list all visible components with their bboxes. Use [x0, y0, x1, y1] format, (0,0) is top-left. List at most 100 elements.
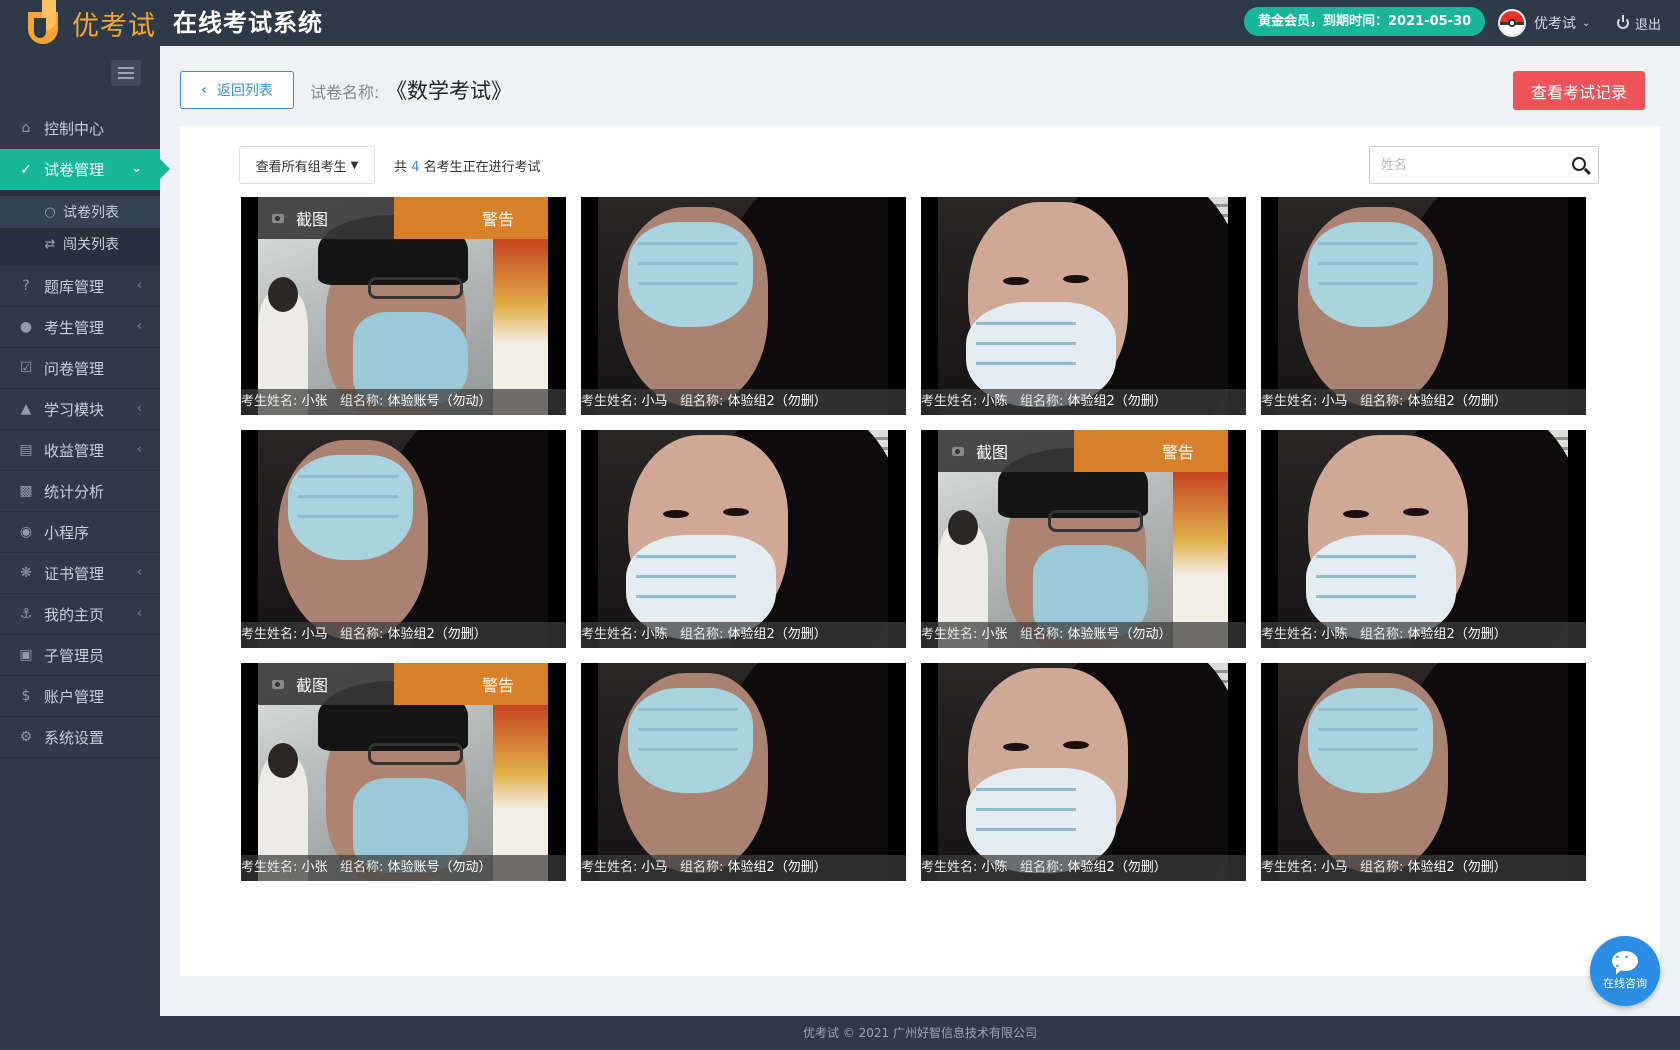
chevron-left-icon: ‹	[136, 442, 142, 457]
chevron-left-icon: ‹	[136, 401, 142, 416]
camera-icon	[952, 446, 964, 456]
sidebar-item-question-bank[interactable]: ? 题库管理 ‹	[0, 266, 160, 307]
sidebar-item-learning[interactable]: ▲ 学习模块 ‹	[0, 389, 160, 430]
camera-tile[interactable]: 考生姓名: 小陈 组名称: 体验组2（勿删）	[921, 663, 1246, 881]
count-value: 4	[411, 160, 420, 175]
gear-icon: ❋	[20, 565, 32, 581]
sidebar-subitem-challenge-list[interactable]: ⇄ 闯关列表	[0, 228, 160, 260]
bar-chart-icon: ▩	[19, 483, 33, 499]
sidebar-item-label: 账户管理	[44, 687, 105, 706]
warning-button[interactable]: 警告	[393, 663, 548, 705]
sidebar-subitem-label: 闯关列表	[63, 237, 119, 253]
page-header: ‹ 返回列表 试卷名称: 《数学考试》 查看考试记录	[180, 71, 1645, 111]
group-label: 组名称:	[339, 394, 384, 409]
camera-tile[interactable]: 截图 警告 考生姓名: 小张 组名称: 体验账号（勿动）	[241, 663, 566, 881]
sidebar-item-examinee[interactable]: ● 考生管理 ‹	[0, 307, 160, 348]
camera-tile[interactable]: 考生姓名: 小马 组名称: 体验组2（勿删）	[581, 197, 906, 415]
examinee-group: 体验组2（勿删）	[1407, 860, 1507, 875]
camera-icon	[272, 679, 284, 689]
sidebar-item-label: 题库管理	[44, 277, 105, 296]
group-filter-dropdown[interactable]: 查看所有组考生 ▼	[239, 146, 375, 184]
warning-button[interactable]: 警告	[393, 197, 548, 239]
logo[interactable]: 优考试	[24, 0, 156, 46]
camera-feed	[938, 663, 1228, 881]
logout-button[interactable]: 退出	[1617, 8, 1661, 38]
chat-label: 在线咨询	[1603, 977, 1647, 990]
power-icon	[1617, 15, 1629, 29]
sidebar-item-revenue[interactable]: ▤ 收益管理 ‹	[0, 430, 160, 471]
examinee-caption: 考生姓名: 小马 组名称: 体验组2（勿删）	[241, 622, 566, 648]
capture-button[interactable]: 截图	[258, 663, 394, 705]
sidebar-item-mini-program[interactable]: ◉ 小程序	[0, 512, 160, 553]
sidebar-item-certificate[interactable]: ❋ 证书管理 ‹	[0, 553, 160, 594]
examinee-name: 小陈	[1321, 627, 1348, 642]
camera-tile[interactable]: 考生姓名: 小马 组名称: 体验组2（勿删）	[241, 430, 566, 648]
examinee-name: 小马	[1321, 860, 1348, 875]
camera-feed	[938, 197, 1228, 415]
examinee-group: 体验组2（勿删）	[727, 627, 827, 642]
sidebar-item-paper-management[interactable]: ✓ 试卷管理 ⌄	[0, 149, 170, 190]
examinee-name: 小陈	[981, 860, 1008, 875]
examinee-name: 小马	[301, 627, 328, 642]
group-label: 组名称:	[679, 860, 724, 875]
user-menu[interactable]: 优考试 ⌄	[1498, 8, 1590, 38]
warning-label: 警告	[481, 676, 514, 695]
check-circle-icon: ○	[44, 204, 56, 220]
warning-button[interactable]: 警告	[1073, 430, 1228, 472]
sidebar-subitem-paper-list[interactable]: ○ 试卷列表	[0, 196, 160, 228]
back-to-list-button[interactable]: ‹ 返回列表	[180, 71, 294, 109]
system-title: 在线考试系统	[173, 9, 323, 37]
name-label: 考生姓名:	[921, 627, 978, 642]
camera-tile[interactable]: 截图 警告 考生姓名: 小张 组名称: 体验账号（勿动）	[241, 197, 566, 415]
sidebar-item-label: 统计分析	[44, 482, 105, 501]
examinee-name: 小马	[1321, 394, 1348, 409]
sidebar-item-settings[interactable]: ⚙ 系统设置	[0, 717, 160, 758]
camera-tile[interactable]: 考生姓名: 小陈 组名称: 体验组2（勿删）	[1261, 430, 1586, 648]
online-consult-button[interactable]: 在线咨询	[1590, 936, 1660, 1006]
name-label: 考生姓名:	[241, 860, 298, 875]
sidebar-item-sub-admin[interactable]: ▣ 子管理员	[0, 635, 160, 676]
check-circle-icon: ✓	[20, 161, 32, 178]
group-label: 组名称:	[679, 394, 724, 409]
group-label: 组名称:	[1019, 627, 1064, 642]
chat-bubble-icon	[1612, 951, 1638, 975]
examinee-name: 小马	[641, 860, 668, 875]
top-bar: 优考试 在线考试系统 黄金会员，到期时间：2021-05-30 优考试 ⌄ 退出	[0, 0, 1680, 46]
avatar	[1498, 9, 1526, 37]
camera-tile[interactable]: 考生姓名: 小马 组名称: 体验组2（勿删）	[581, 663, 906, 881]
search-input[interactable]	[1370, 147, 1560, 183]
sidebar-item-dashboard[interactable]: ⌂ 控制中心	[0, 108, 160, 149]
camera-tile[interactable]: 考生姓名: 小马 组名称: 体验组2（勿删）	[1261, 197, 1586, 415]
view-exam-records-button[interactable]: 查看考试记录	[1513, 71, 1645, 110]
group-label: 组名称:	[1359, 627, 1404, 642]
sidebar-item-statistics[interactable]: ▩ 统计分析	[0, 471, 160, 512]
name-label: 考生姓名:	[1261, 860, 1318, 875]
camera-feed	[258, 430, 548, 648]
camera-tile[interactable]: 考生姓名: 小陈 组名称: 体验组2（勿删）	[921, 197, 1246, 415]
name-label: 考生姓名:	[921, 860, 978, 875]
name-label: 考生姓名:	[1261, 394, 1318, 409]
camera-tile[interactable]: 考生姓名: 小陈 组名称: 体验组2（勿删）	[581, 430, 906, 648]
camera-feed	[1278, 197, 1568, 415]
sidebar-item-account[interactable]: $ 账户管理	[0, 676, 160, 717]
chevron-down-icon: ⌄	[1582, 17, 1591, 29]
sidebar-item-survey[interactable]: ☑ 问卷管理	[0, 348, 160, 389]
capture-button[interactable]: 截图	[258, 197, 394, 239]
group-label: 组名称:	[679, 627, 724, 642]
examinee-caption: 考生姓名: 小马 组名称: 体验组2（勿删）	[581, 855, 906, 881]
chevron-left-icon: ‹	[136, 606, 142, 621]
sidebar-item-homepage[interactable]: ⚓ 我的主页 ‹	[0, 594, 160, 635]
capture-warning-bar: 截图 警告	[258, 663, 548, 705]
name-label: 考生姓名:	[581, 627, 638, 642]
user-icon: ●	[19, 319, 33, 335]
camera-tile[interactable]: 考生姓名: 小马 组名称: 体验组2（勿删）	[1261, 663, 1586, 881]
examinee-name: 小陈	[981, 394, 1008, 409]
sidebar-toggle-button[interactable]	[111, 60, 141, 86]
capture-button[interactable]: 截图	[938, 430, 1074, 472]
examinee-group: 体验账号（勿动）	[387, 860, 492, 875]
search-icon[interactable]	[1572, 157, 1586, 171]
name-label: 考生姓名:	[241, 394, 298, 409]
camera-feed	[1278, 430, 1568, 648]
camera-tile[interactable]: 截图 警告 考生姓名: 小张 组名称: 体验账号（勿动）	[921, 430, 1246, 648]
group-label: 组名称:	[1359, 394, 1404, 409]
